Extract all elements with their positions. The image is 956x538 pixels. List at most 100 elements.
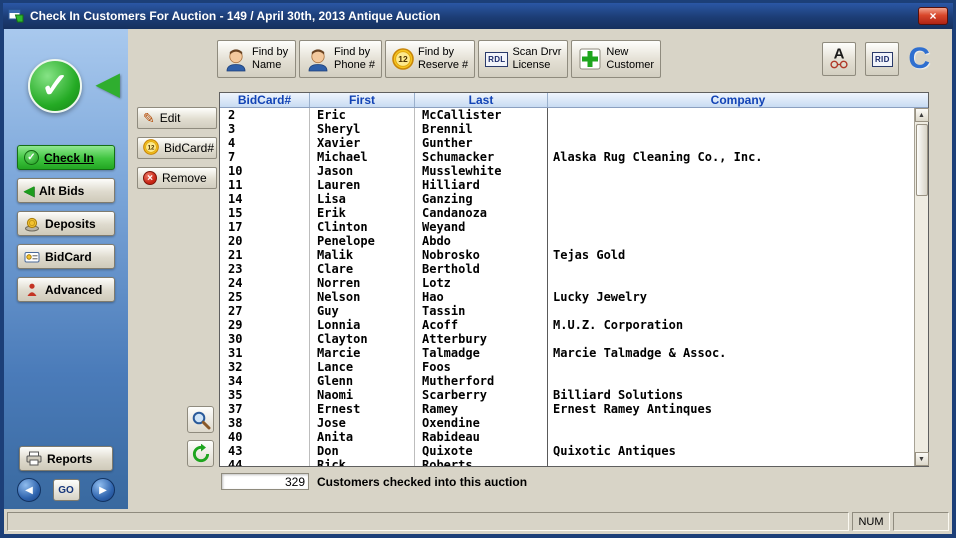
edit-label: Edit [160,111,181,125]
table-row[interactable]: 10JasonMusslewhite [220,164,914,178]
forward-button[interactable]: ▶ [91,478,115,502]
table-row[interactable]: 35NaomiScarberryBilliard Solutions [220,388,914,402]
table-row[interactable]: 37ErnestRameyErnest Ramey Antinques [220,402,914,416]
table-row[interactable]: 7MichaelSchumackerAlaska Rug Cleaning Co… [220,150,914,164]
clarion-logo-icon: C [908,42,930,76]
column-header-bidcard[interactable]: BidCard# [220,93,310,107]
back-button[interactable]: ◀ [17,478,41,502]
table-row[interactable]: 21MalikNobroskoTejas Gold [220,248,914,262]
table-cell: 32 [220,360,310,374]
table-row[interactable]: 34GlennMutherford [220,374,914,388]
table-row[interactable]: 17ClintonWeyand [220,220,914,234]
sidebar-item-bidcard[interactable]: BidCard [17,244,115,269]
go-button[interactable]: GO [53,479,80,501]
table-cell: Hilliard [415,178,548,192]
table-cell [548,122,914,136]
reports-button[interactable]: Reports [19,446,113,471]
scan-drvr-license-button[interactable]: RDLScan DrvrLicense [478,40,568,78]
table-row[interactable]: 29LonniaAcoffM.U.Z. Corporation [220,318,914,332]
column-header-last[interactable]: Last [415,93,548,107]
table-cell: 24 [220,276,310,290]
table-row[interactable]: 24NorrenLotz [220,276,914,290]
table-row[interactable]: 31MarcieTalmadgeMarcie Talmadge & Assoc. [220,346,914,360]
table-cell: Norren [310,276,415,290]
table-cell: 3 [220,122,310,136]
table-row[interactable]: 38JoseOxendine [220,416,914,430]
font-settings-button[interactable]: A [822,42,856,76]
sidebar-item-alt-bids[interactable]: ◀Alt Bids [17,178,115,203]
sidebar-item-advanced[interactable]: Advanced [17,277,115,302]
scrollbar-thumb[interactable] [916,124,928,196]
new-customer-button[interactable]: NewCustomer [571,40,661,78]
rid-scan-button[interactable]: RID [865,42,899,76]
scroll-up-button[interactable]: ▲ [915,108,929,122]
edit-button[interactable]: ✎ Edit [137,107,217,129]
scroll-down-button[interactable]: ▼ [915,452,929,466]
table-cell [548,430,914,444]
bottom-nav: ◀ GO ▶ [17,478,115,502]
refresh-button[interactable] [187,440,214,467]
table-cell: Erik [310,206,415,220]
table-cell [548,374,914,388]
table-row[interactable]: 32LanceFoos [220,360,914,374]
sidebar-item-deposits[interactable]: Deposits [17,211,115,236]
sidebar: ◀ ✓ ✓Check In◀Alt Bids Deposits BidCard … [4,29,128,509]
table-row[interactable]: 30ClaytonAtterbury [220,332,914,346]
sidebar-item-check-in[interactable]: ✓Check In [17,145,115,170]
table-row[interactable]: 2EricMcCallister [220,108,914,122]
bidcard-number-button[interactable]: 12 BidCard# [137,137,217,159]
column-header-first[interactable]: First [310,93,415,107]
checked-in-label: Customers checked into this auction [317,475,527,489]
magnifier-icon [191,410,211,430]
printer-icon [26,451,42,466]
window-content: ◀ ✓ ✓Check In◀Alt Bids Deposits BidCard … [4,29,952,509]
table-cell: Tassin [415,304,548,318]
search-button[interactable] [187,406,214,433]
table-row[interactable]: 25NelsonHaoLucky Jewelry [220,290,914,304]
find-by-name-button[interactable]: Find byName [217,40,296,78]
table-row[interactable]: 43DonQuixoteQuixotic Antiques [220,444,914,458]
table-row[interactable]: 3SherylBrennil [220,122,914,136]
table-row[interactable]: 15ErikCandanoza [220,206,914,220]
find-by-reserve-button[interactable]: 12Find byReserve # [385,40,475,78]
remove-button[interactable]: × Remove [137,167,217,189]
rid-icon: RID [872,52,893,67]
table-row[interactable]: 20PenelopeAbdo [220,234,914,248]
table-cell [548,136,914,150]
person-icon [224,46,248,72]
find-by-phone-button[interactable]: Find byPhone # [299,40,382,78]
resize-grip-panel [893,512,949,531]
table-row[interactable]: 23ClareBerthold [220,262,914,276]
table-row[interactable]: 44RickRoberts [220,458,914,466]
table-row[interactable]: 14LisaGanzing [220,192,914,206]
table-cell: 43 [220,444,310,458]
table-cell: Nelson [310,290,415,304]
table-cell: Tejas Gold [548,248,914,262]
table-cell: 2 [220,108,310,122]
table-cell: Malik [310,248,415,262]
table-cell: Quixote [415,444,548,458]
table-cell: 4 [220,136,310,150]
close-button[interactable]: × [918,7,948,25]
sidebar-item-label: Check In [44,151,94,165]
table-cell: Acoff [415,318,548,332]
table-row[interactable]: 11LaurenHilliard [220,178,914,192]
table-row[interactable]: 4XavierGunther [220,136,914,150]
table-cell: 35 [220,388,310,402]
table-cell: Lonnia [310,318,415,332]
table-cell: Oxendine [415,416,548,430]
table-cell: Mutherford [415,374,548,388]
table-row[interactable]: 27GuyTassin [220,304,914,318]
table-cell: 30 [220,332,310,346]
table-cell: 21 [220,248,310,262]
svg-text:12: 12 [148,144,155,151]
refresh-icon [191,444,211,464]
record-actions: ✎ Edit 12 BidCard# × Remove [137,107,217,189]
table-cell: Glenn [310,374,415,388]
vertical-scrollbar[interactable]: ▲ ▼ [914,108,928,466]
arrow-left-icon: ◀ [24,183,34,199]
table-cell: 17 [220,220,310,234]
column-header-company[interactable]: Company [548,93,928,107]
table-row[interactable]: 40AnitaRabideau [220,430,914,444]
table-cell: Clayton [310,332,415,346]
